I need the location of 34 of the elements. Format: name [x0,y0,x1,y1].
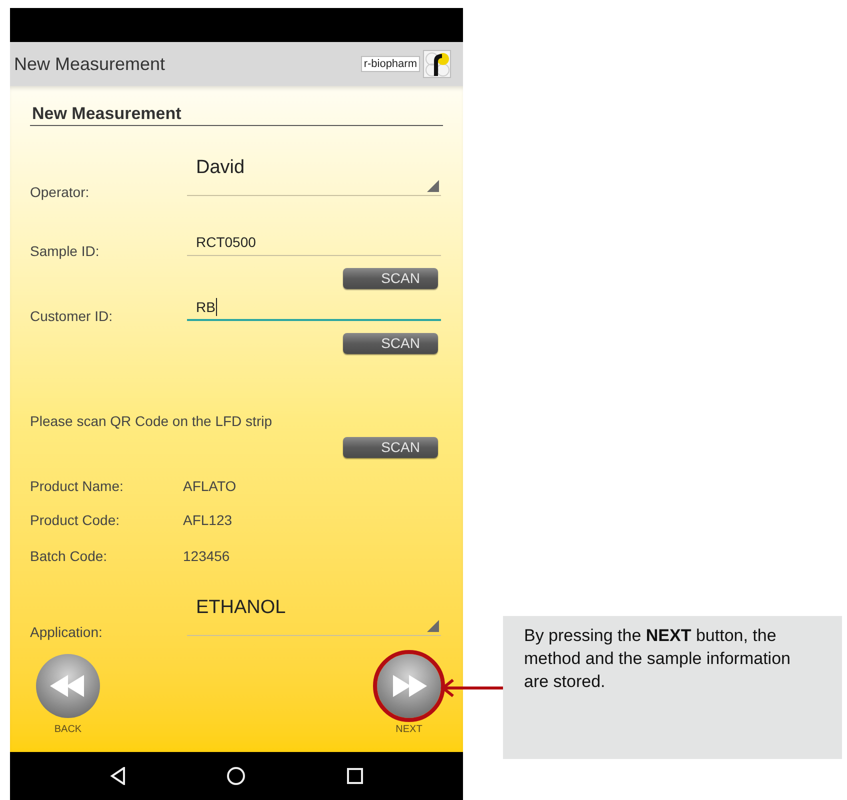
field-label: Operator: [30,183,90,202]
dropdown-field[interactable]: David [187,156,441,196]
dropdown-triangle-icon [427,180,439,192]
info-value: 123456 [183,547,230,566]
nav-button-label: BACK [54,724,82,736]
scan-button[interactable]: SCAN [343,437,438,458]
rewind-icon [50,675,86,697]
scan-button[interactable]: SCAN [343,268,438,289]
info-label: Batch Code: [30,547,108,566]
section-heading: New Measurement [30,104,443,126]
field-label: Customer ID: [30,307,114,326]
logo-text: r-biopharm [360,56,420,72]
input-field[interactable]: RCT0500 [187,233,441,256]
dropdown-field[interactable]: ETHANOL [187,596,441,636]
input-field[interactable]: RB [187,298,441,321]
info-value: AFLATO [183,477,236,496]
field-label: Application: [30,623,104,642]
app-bar-title: New Measurement [14,52,166,76]
qr-prompt: Please scan QR Code on the LFD strip [30,412,274,431]
info-label: Product Code: [30,511,120,530]
nav-button-label: NEXT [396,724,422,736]
pointer-arrow [440,678,503,698]
back-icon[interactable] [110,767,126,785]
callout-note: By pressing the NEXT button, the method and the sample information are stored. [503,616,842,759]
scan-button[interactable]: SCAN [343,333,438,354]
field-label: Sample ID: [30,242,100,261]
home-icon[interactable] [226,766,246,786]
logo-icon [423,50,451,78]
fast-forward-icon [391,675,427,697]
info-label: Product Name: [30,477,124,496]
info-value: AFL123 [183,511,232,530]
next-button[interactable] [377,654,441,718]
recent-apps-icon[interactable] [346,768,363,784]
dropdown-triangle-icon [427,620,439,632]
